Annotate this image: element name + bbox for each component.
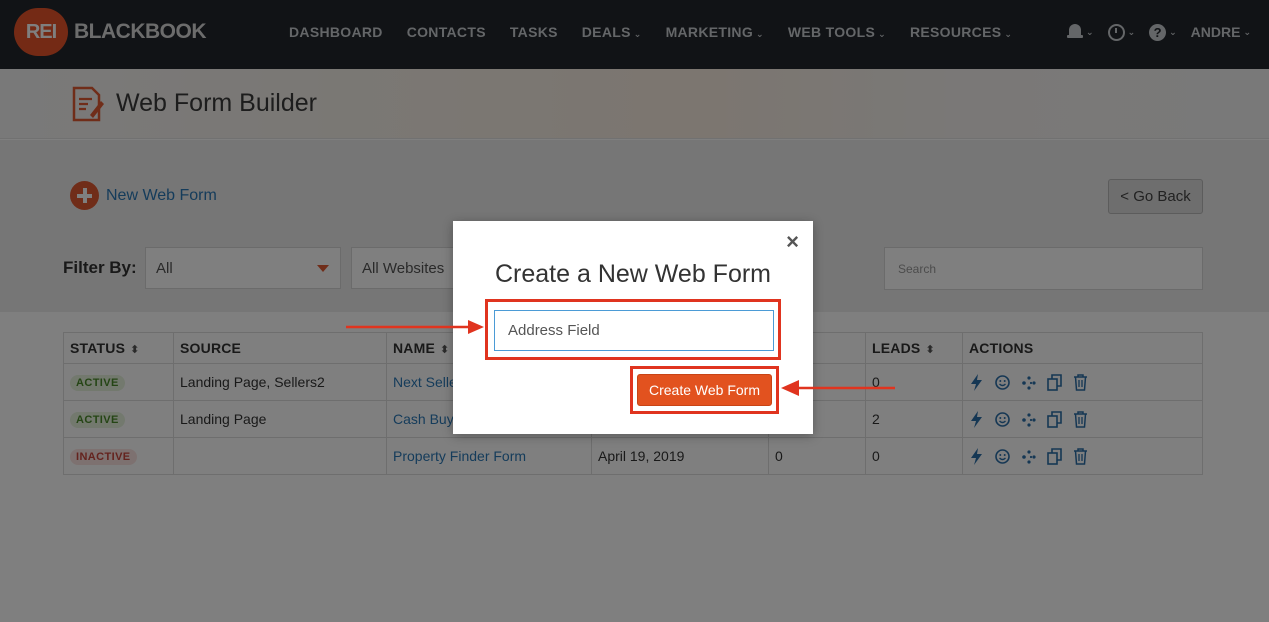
annotation-arrow-left-icon bbox=[781, 380, 895, 396]
create-web-form-button[interactable]: Create Web Form bbox=[637, 374, 772, 406]
button-highlight-box: Create Web Form bbox=[630, 366, 779, 414]
input-highlight-box: Address Field bbox=[485, 299, 781, 360]
form-name-input[interactable]: Address Field bbox=[494, 310, 774, 351]
close-icon[interactable]: × bbox=[786, 231, 799, 253]
modal-title: Create a New Web Form bbox=[494, 260, 771, 288]
annotation-arrow-right-icon bbox=[346, 320, 484, 334]
create-web-form-modal: × Create a New Web Form Address Field Cr… bbox=[453, 221, 813, 434]
